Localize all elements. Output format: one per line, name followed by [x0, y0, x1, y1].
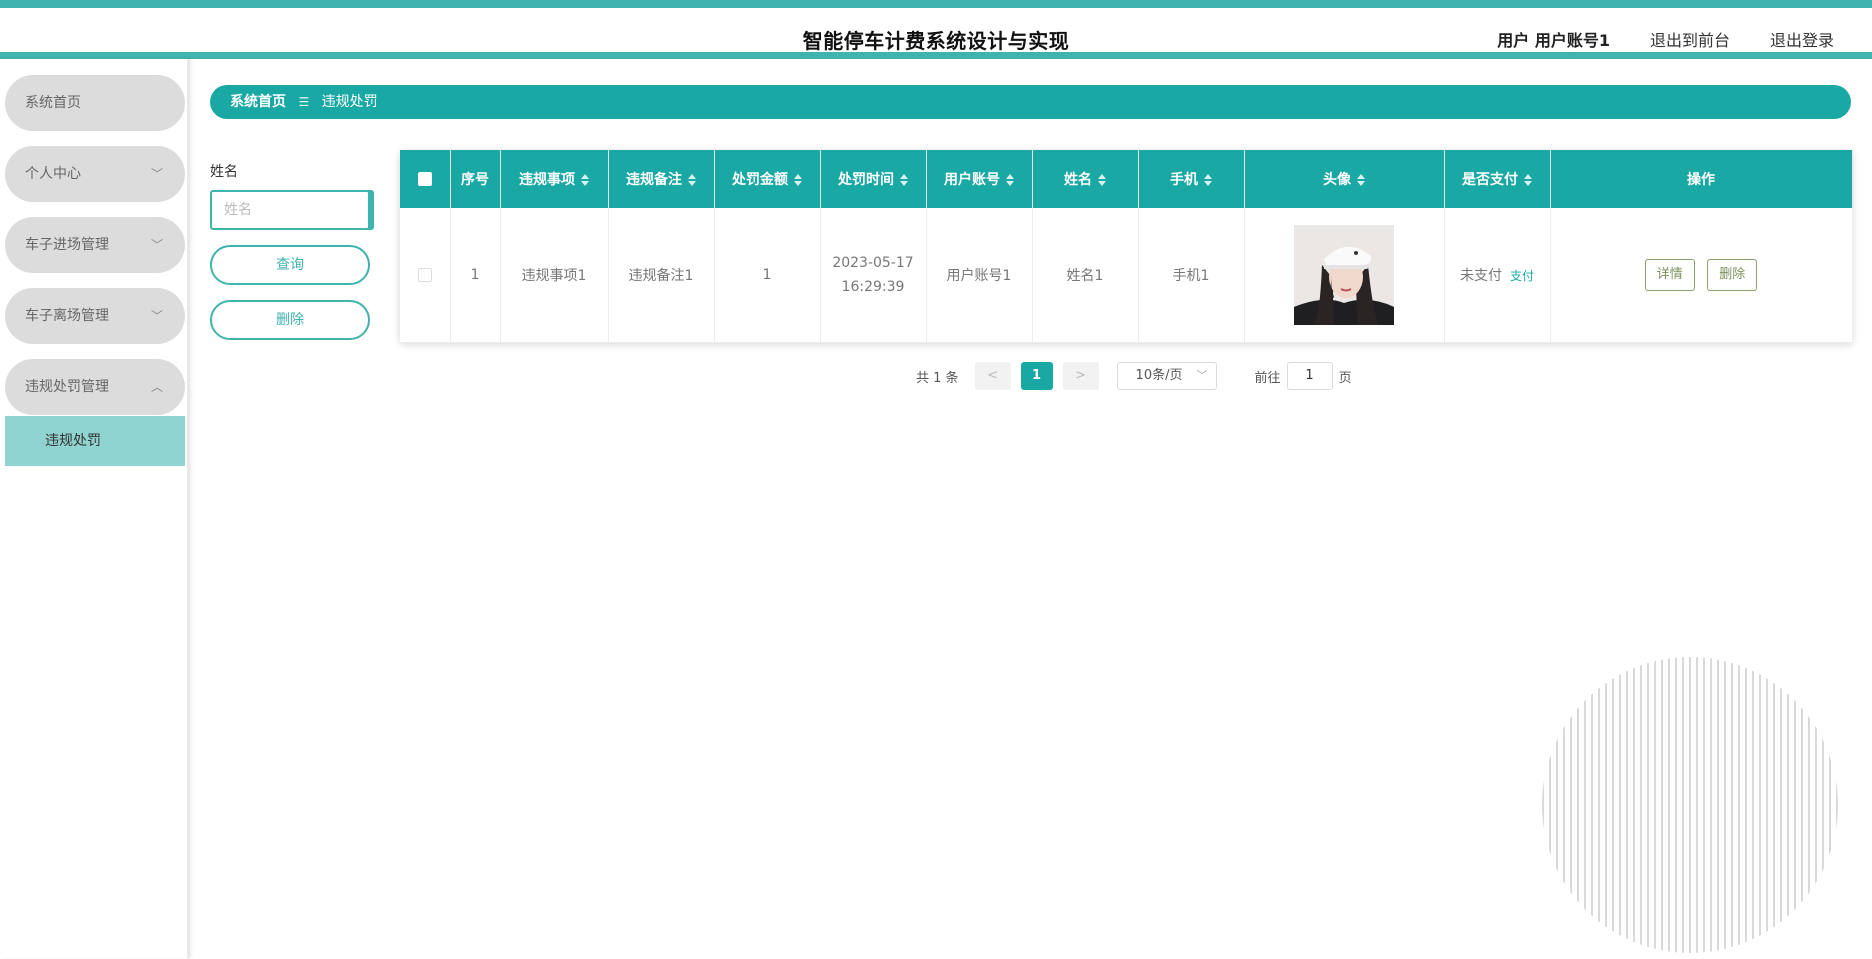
cell-amount: 1 — [714, 208, 821, 343]
sidebar-item-label: 违规处罚管理 — [25, 379, 109, 395]
page-size-value: 10条/页 — [1135, 368, 1183, 383]
col-header-note[interactable]: 违规备注 — [608, 150, 715, 208]
chevron-down-icon: ﹀ — [150, 238, 163, 252]
breadcrumb-separator-icon: ☰ — [298, 95, 310, 109]
header-divider — [0, 52, 1872, 59]
name-search-input[interactable] — [210, 190, 370, 230]
goto-page-input[interactable]: 1 — [1286, 362, 1333, 390]
delete-selected-button[interactable]: 删除 — [210, 300, 370, 340]
sidebar-item-home[interactable]: 系统首页 — [5, 75, 185, 131]
page-size-select[interactable]: 10条/页 ﹀ — [1116, 362, 1217, 390]
col-header-item[interactable]: 违规事项 — [500, 150, 609, 208]
col-header-time[interactable]: 处罚时间 — [820, 150, 927, 208]
pagination-total: 共 1 条 — [916, 370, 959, 386]
col-header-amount[interactable]: 处罚金额 — [714, 150, 821, 208]
goto-label: 前往 — [1254, 370, 1281, 386]
cell-time: 2023-05-17 16:29:39 — [820, 208, 927, 343]
current-user: 用户 用户账号1 — [1497, 31, 1610, 50]
sort-icon[interactable] — [1204, 174, 1212, 186]
checkbox-icon — [417, 172, 432, 186]
sort-icon[interactable] — [794, 174, 802, 186]
col-header-account[interactable]: 用户账号 — [926, 150, 1033, 208]
top-accent-bar — [0, 0, 1872, 8]
sidebar-subitem-violation-penalty[interactable]: 违规处罚 — [5, 416, 185, 466]
cell-actions: 详情 删除 — [1550, 208, 1853, 343]
prev-page-button[interactable]: < — [974, 362, 1011, 390]
col-header-paid[interactable]: 是否支付 — [1444, 150, 1551, 208]
breadcrumb-current: 违规处罚 — [321, 94, 378, 110]
sort-icon[interactable] — [581, 174, 589, 186]
sort-icon[interactable] — [1357, 174, 1365, 186]
page-number-button[interactable]: 1 — [1020, 362, 1053, 390]
sidebar-item-personal-center[interactable]: 个人中心 ﹀ — [5, 146, 185, 202]
cell-account: 用户账号1 — [926, 208, 1033, 343]
avatar[interactable] — [1294, 224, 1394, 325]
header-links: 用户 用户账号1 退出到前台 退出登录 — [1497, 27, 1834, 51]
select-all-checkbox[interactable] — [400, 150, 451, 208]
cell-phone: 手机1 — [1138, 208, 1245, 343]
sidebar-item-label: 个人中心 — [25, 166, 81, 182]
sort-icon[interactable] — [1006, 174, 1014, 186]
violation-table: 序号 违规事项 违规备注 处罚金额 处罚时间 用户账号 姓名 手机 头像 是否支… — [400, 150, 1853, 343]
table-row: 1 违规事项1 违规备注1 1 2023-05-17 16:29:39 用户账号… — [400, 208, 1853, 343]
sidebar-item-car-entry[interactable]: 车子进场管理 ﹀ — [5, 217, 185, 273]
cell-date-text: 2023-05-17 — [832, 254, 914, 271]
cell-time-text: 16:29:39 — [841, 278, 905, 295]
sort-icon[interactable] — [900, 174, 908, 186]
col-header-index: 序号 — [450, 150, 501, 208]
decorative-circle — [1540, 655, 1840, 955]
sidebar-item-car-exit[interactable]: 车子离场管理 ﹀ — [5, 288, 185, 344]
sidebar-item-label: 系统首页 — [25, 95, 81, 111]
col-header-phone[interactable]: 手机 — [1138, 150, 1245, 208]
search-label: 姓名 — [210, 164, 238, 180]
table-header-row: 序号 违规事项 违规备注 处罚金额 处罚时间 用户账号 姓名 手机 头像 是否支… — [400, 150, 1853, 208]
sort-icon[interactable] — [688, 174, 696, 186]
page-suffix: 页 — [1338, 370, 1352, 386]
exit-to-front-link[interactable]: 退出到前台 — [1650, 27, 1730, 51]
breadcrumb: 系统首页 ☰ 违规处罚 — [210, 85, 1851, 119]
chevron-up-icon: ︿ — [150, 380, 163, 394]
col-header-name[interactable]: 姓名 — [1032, 150, 1139, 208]
sidebar: 系统首页 个人中心 ﹀ 车子进场管理 ﹀ 车子离场管理 ﹀ 违规处罚管理 ︿ 违… — [0, 59, 190, 958]
header: 智能停车计费系统设计与实现 用户 用户账号1 退出到前台 退出登录 — [0, 8, 1872, 53]
chevron-down-icon: ﹀ — [150, 167, 163, 181]
cell-index: 1 — [450, 208, 501, 343]
delete-row-button[interactable]: 删除 — [1707, 258, 1758, 291]
sidebar-item-label: 车子离场管理 — [25, 308, 109, 324]
sidebar-item-label: 车子进场管理 — [25, 237, 109, 253]
chevron-down-icon: ﹀ — [1196, 369, 1208, 382]
sort-icon[interactable] — [1524, 174, 1532, 186]
cell-avatar — [1244, 208, 1445, 343]
cell-paid: 未支付 支付 — [1444, 208, 1551, 343]
query-button[interactable]: 查询 — [210, 245, 370, 285]
cell-name: 姓名1 — [1032, 208, 1139, 343]
paid-status: 未支付 — [1459, 267, 1502, 284]
row-select-checkbox[interactable] — [400, 208, 451, 343]
logout-link[interactable]: 退出登录 — [1770, 27, 1834, 51]
cell-note: 违规备注1 — [608, 208, 715, 343]
breadcrumb-home[interactable]: 系统首页 — [230, 94, 286, 110]
chevron-down-icon: ﹀ — [150, 309, 163, 323]
col-header-actions: 操作 — [1550, 150, 1853, 208]
pay-link[interactable]: 支付 — [1510, 269, 1534, 283]
sort-icon[interactable] — [1098, 174, 1106, 186]
col-header-avatar[interactable]: 头像 — [1244, 150, 1445, 208]
detail-button[interactable]: 详情 — [1644, 258, 1695, 291]
cell-item: 违规事项1 — [500, 208, 609, 343]
sidebar-item-violation-management[interactable]: 违规处罚管理 ︿ — [5, 359, 185, 415]
pagination: 共 1 条 < 1 > 10条/页 ﹀ 前往 1 页 — [916, 362, 1352, 390]
checkbox-icon — [417, 267, 432, 282]
next-page-button[interactable]: > — [1062, 362, 1099, 390]
